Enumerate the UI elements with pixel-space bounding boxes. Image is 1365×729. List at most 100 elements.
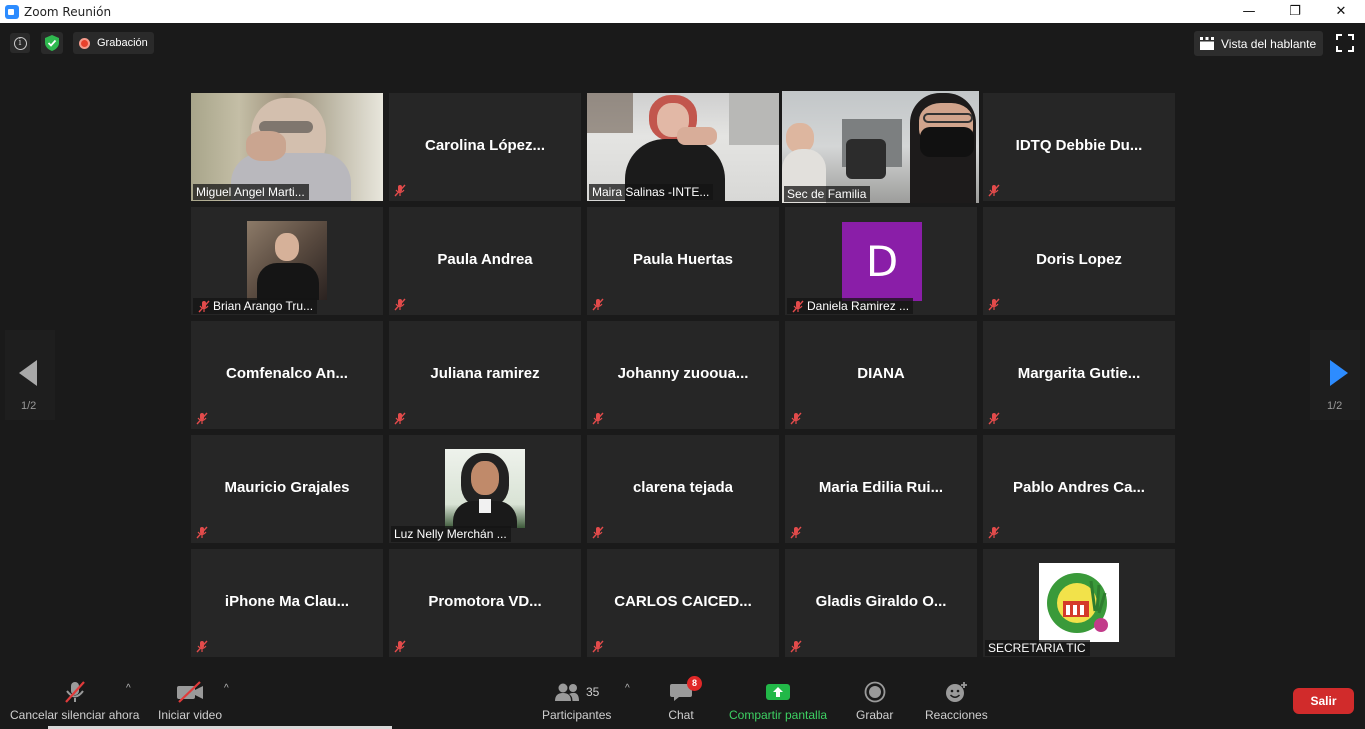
participant-name: Juliana ramirez [430, 365, 540, 382]
participant-name: Daniela Ramirez ... [807, 299, 910, 313]
window-title: Zoom Reunión [24, 4, 112, 19]
participants-button[interactable]: 35 Participantes [542, 665, 611, 729]
start-video-label: Iniciar video [158, 708, 223, 722]
fullscreen-icon[interactable] [1336, 34, 1354, 52]
restore-button[interactable]: ❐ [1272, 0, 1318, 23]
reactions-icon [946, 682, 968, 702]
grid-view-icon [1200, 37, 1214, 50]
start-video-button[interactable]: Iniciar video [158, 665, 222, 729]
participant-name-label: Luz Nelly Merchán ... [391, 526, 511, 542]
participant-name-label: Sec de Familia [784, 186, 871, 202]
muted-mic-icon [790, 526, 802, 539]
muted-mic-icon [394, 298, 406, 311]
video-off-icon [177, 681, 204, 703]
participant-tile[interactable]: Margarita Gutie... [983, 321, 1175, 429]
chevron-right-icon[interactable] [1330, 360, 1348, 386]
record-dot-icon [79, 37, 90, 49]
page-indicator-right: 1/2 [1327, 400, 1343, 412]
reactions-button[interactable]: Reacciones [925, 665, 988, 729]
muted-mic-icon [394, 184, 406, 197]
participant-tile[interactable]: Maria Edilia Rui... [785, 435, 977, 543]
info-icon: i [13, 36, 27, 50]
audio-options-caret[interactable]: ^ [126, 683, 131, 694]
participant-tile[interactable]: iPhone Ma Clau... [191, 549, 383, 657]
chat-button[interactable]: 8 Chat [668, 665, 702, 729]
participant-tile[interactable]: Doris Lopez [983, 207, 1175, 315]
meeting-toolbar: Cancelar silenciar ahora ^ Iniciar video… [0, 665, 1365, 729]
participant-name: Doris Lopez [1036, 251, 1122, 268]
record-button[interactable]: Grabar [856, 665, 893, 729]
participant-tile[interactable]: Miguel Angel Marti... [191, 93, 383, 201]
participant-name-label: Miguel Angel Marti... [193, 184, 309, 200]
participant-avatar: D [842, 222, 922, 301]
participant-tile[interactable]: D Daniela Ramirez ... [785, 207, 977, 315]
zoom-meeting-window: Zoom Reunión — ❐ ✕ i Grabación Vista del… [0, 0, 1365, 729]
muted-mic-icon [592, 640, 604, 653]
chat-label: Chat [668, 708, 694, 722]
zoom-app-icon [5, 4, 19, 19]
muted-mic-icon [198, 300, 210, 313]
muted-mic-icon [196, 640, 208, 653]
participant-name: Promotora VD... [428, 593, 542, 610]
video-options-caret[interactable]: ^ [224, 683, 229, 694]
chevron-left-icon[interactable] [19, 360, 37, 386]
participant-name: Brian Arango Tru... [213, 299, 314, 313]
participant-name: Margarita Gutie... [1017, 365, 1141, 382]
participant-tile[interactable]: Pablo Andres Ca... [983, 435, 1175, 543]
participant-name-label: Brian Arango Tru... [193, 298, 318, 314]
participant-photo [247, 221, 327, 300]
muted-mic-icon [196, 412, 208, 425]
participant-tile[interactable]: Carolina López... [389, 93, 581, 201]
muted-mic-icon [64, 681, 85, 703]
muted-mic-icon [988, 412, 1000, 425]
participant-tile[interactable]: DIANA [785, 321, 977, 429]
participant-tile[interactable]: Luz Nelly Merchán ... [389, 435, 581, 543]
speaker-view-button[interactable]: Vista del hablante [1194, 31, 1323, 56]
meeting-top-strip: i Grabación Vista del hablante [0, 23, 1365, 65]
participant-name-label: SECRETARIA TIC [985, 640, 1090, 656]
participant-tile[interactable]: Johanny zuooua... [587, 321, 779, 429]
muted-mic-icon [988, 526, 1000, 539]
muted-mic-icon [196, 526, 208, 539]
meeting-info-button[interactable]: i [10, 33, 30, 53]
participant-name: Comfenalco An... [226, 365, 348, 382]
participant-name: DIANA [857, 365, 905, 382]
muted-mic-icon [394, 640, 406, 653]
participant-tile[interactable]: Brian Arango Tru... [191, 207, 383, 315]
muted-mic-icon [988, 184, 1000, 197]
unmute-button[interactable]: Cancelar silenciar ahora [10, 665, 139, 729]
participant-name: Paula Huertas [632, 251, 734, 268]
participant-tile[interactable]: Gladis Giraldo O... [785, 549, 977, 657]
participant-tile-active-speaker[interactable]: Sec de Familia [782, 91, 979, 203]
participant-name: Mauricio Grajales [224, 479, 350, 496]
participant-tile[interactable]: IDTQ Debbie Du... [983, 93, 1175, 201]
participant-tile[interactable]: Paula Huertas [587, 207, 779, 315]
participant-name: Pablo Andres Ca... [1013, 479, 1145, 496]
reactions-label: Reacciones [925, 708, 988, 722]
participant-tile[interactable]: Comfenalco An... [191, 321, 383, 429]
recording-label: Grabación [97, 37, 148, 49]
participant-tile[interactable]: SECRETARIA TIC [983, 549, 1175, 657]
leave-meeting-button[interactable]: Salir [1293, 688, 1354, 714]
participant-tile[interactable]: Maira Salinas -INTE... [587, 93, 779, 201]
participant-tile[interactable]: CARLOS CAICED... [587, 549, 779, 657]
muted-mic-icon [790, 412, 802, 425]
participant-tile[interactable]: clarena tejada [587, 435, 779, 543]
participant-tile[interactable]: Juliana ramirez [389, 321, 581, 429]
security-status-button[interactable] [41, 32, 63, 54]
close-button[interactable]: ✕ [1318, 0, 1364, 23]
participant-tile[interactable]: Promotora VD... [389, 549, 581, 657]
participant-name: Johanny zuooua... [617, 365, 749, 382]
participant-name: Carolina López... [424, 137, 545, 154]
minimize-button[interactable]: — [1226, 0, 1272, 23]
participant-tile[interactable]: Paula Andrea [389, 207, 581, 315]
speaker-view-label: Vista del hablante [1221, 36, 1317, 51]
participant-tile[interactable]: Mauricio Grajales [191, 435, 383, 543]
share-screen-button[interactable]: Compartir pantalla [729, 665, 827, 729]
participant-name: CARLOS CAICED... [614, 593, 752, 610]
recording-indicator[interactable]: Grabación [73, 32, 154, 54]
participant-name: IDTQ Debbie Du... [1015, 137, 1143, 154]
participants-options-caret[interactable]: ^ [625, 683, 630, 694]
participant-name-label: Daniela Ramirez ... [787, 298, 914, 314]
participant-name: iPhone Ma Clau... [224, 593, 350, 610]
